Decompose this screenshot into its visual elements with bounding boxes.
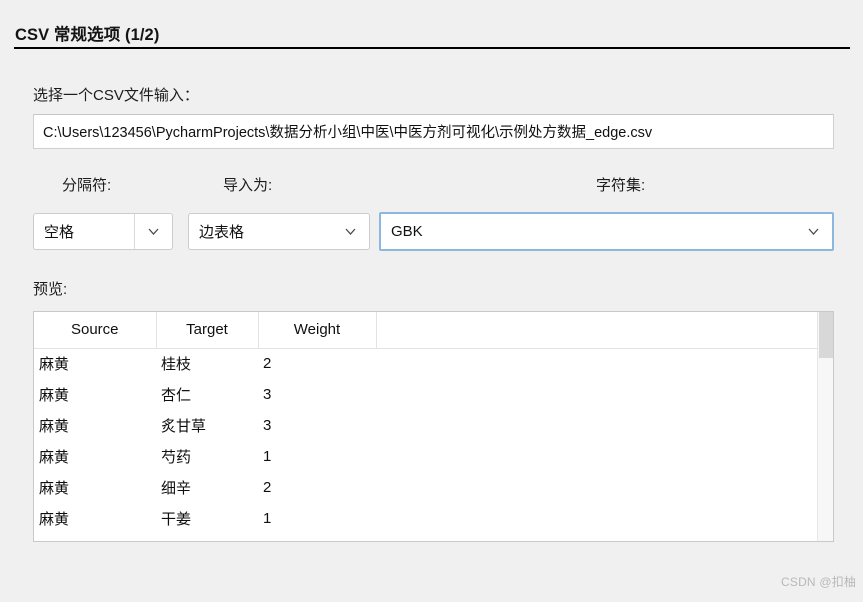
- import-as-label: 导入为:: [223, 177, 273, 194]
- cell-weight: 2: [258, 348, 376, 379]
- cell-weight: 1: [258, 441, 376, 472]
- preview-label: 预览:: [33, 281, 68, 298]
- separator-dropdown-button[interactable]: [134, 214, 172, 249]
- preview-table: Source Target Weight 麻黄 桂枝 2 麻黄 杏仁 3 麻黄 炙甘草 3 麻黄芍…: [34, 312, 819, 534]
- cell-weight: 1: [258, 503, 376, 534]
- separator-dropdown[interactable]: 空格: [33, 213, 173, 250]
- charset-dropdown[interactable]: GBK: [379, 212, 834, 251]
- cell-target: 芍药: [156, 441, 258, 472]
- csv-path-value: C:\Users\123456\PycharmProjects\数据分析小组\中…: [43, 125, 653, 141]
- cell-blank: [376, 348, 819, 379]
- cell-weight: 2: [258, 472, 376, 503]
- csv-path-field[interactable]: C:\Users\123456\PycharmProjects\数据分析小组\中…: [33, 114, 834, 149]
- charset-label: 字符集:: [596, 177, 646, 194]
- chevron-down-icon: [808, 228, 819, 235]
- cell-source: 麻黄: [34, 379, 156, 410]
- separator-label: 分隔符:: [62, 177, 112, 194]
- chevron-down-icon: [345, 228, 356, 235]
- cell-target: 细辛: [156, 472, 258, 503]
- preview-vertical-scrollbar[interactable]: [817, 312, 833, 541]
- cell-source: 麻黄: [34, 472, 156, 503]
- cell-source: 麻黄: [34, 348, 156, 379]
- header-divider: [14, 47, 850, 49]
- dialog-header: CSV 常规选项 (1/2): [0, 0, 863, 52]
- file-input-label: 选择一个CSV文件输入：: [33, 87, 199, 104]
- import-as-value: 边表格: [199, 224, 245, 241]
- page-title: CSV 常规选项 (1/2): [15, 26, 160, 44]
- cell-blank: [376, 441, 819, 472]
- cell-target: 干姜: [156, 503, 258, 534]
- cell-target: 桂枝: [156, 348, 258, 379]
- cell-source: 麻黄: [34, 410, 156, 441]
- cell-weight: 3: [258, 379, 376, 410]
- table-row[interactable]: 麻黄 桂枝 2: [34, 348, 819, 379]
- table-header-row: Source Target Weight: [34, 312, 819, 349]
- cell-blank: [376, 410, 819, 441]
- column-header-weight[interactable]: Weight: [258, 312, 377, 349]
- charset-dropdown-button[interactable]: [794, 214, 832, 249]
- cell-source: 麻黄: [34, 441, 156, 472]
- import-as-dropdown-button[interactable]: [331, 214, 369, 249]
- table-row[interactable]: 麻黄 芍药 1: [34, 441, 819, 472]
- cell-blank: [376, 472, 819, 503]
- charset-value: GBK: [391, 223, 423, 240]
- column-header-blank[interactable]: [376, 312, 819, 349]
- table-row[interactable]: 麻黄 杏仁 3: [34, 379, 819, 410]
- watermark: CSDN @扣柚: [781, 575, 857, 589]
- cell-blank: [376, 379, 819, 410]
- import-as-dropdown[interactable]: 边表格: [188, 213, 370, 250]
- table-row[interactable]: 麻黄 细辛 2: [34, 472, 819, 503]
- chevron-down-icon: [148, 228, 159, 235]
- cell-weight: 3: [258, 410, 376, 441]
- table-row[interactable]: 麻黄 干姜 1: [34, 503, 819, 534]
- cell-source: 麻黄: [34, 503, 156, 534]
- cell-target: 炙甘草: [156, 410, 258, 441]
- preview-scrollbar-thumb[interactable]: [819, 312, 833, 358]
- table-row[interactable]: 麻黄 炙甘草 3: [34, 410, 819, 441]
- cell-blank: [376, 503, 819, 534]
- column-header-target[interactable]: Target: [156, 312, 259, 349]
- preview-panel: Source Target Weight 麻黄 桂枝 2 麻黄 杏仁 3 麻黄 炙甘草 3 麻黄芍…: [33, 311, 834, 542]
- separator-value: 空格: [44, 224, 75, 241]
- cell-target: 杏仁: [156, 379, 258, 410]
- column-header-source[interactable]: Source: [34, 312, 157, 349]
